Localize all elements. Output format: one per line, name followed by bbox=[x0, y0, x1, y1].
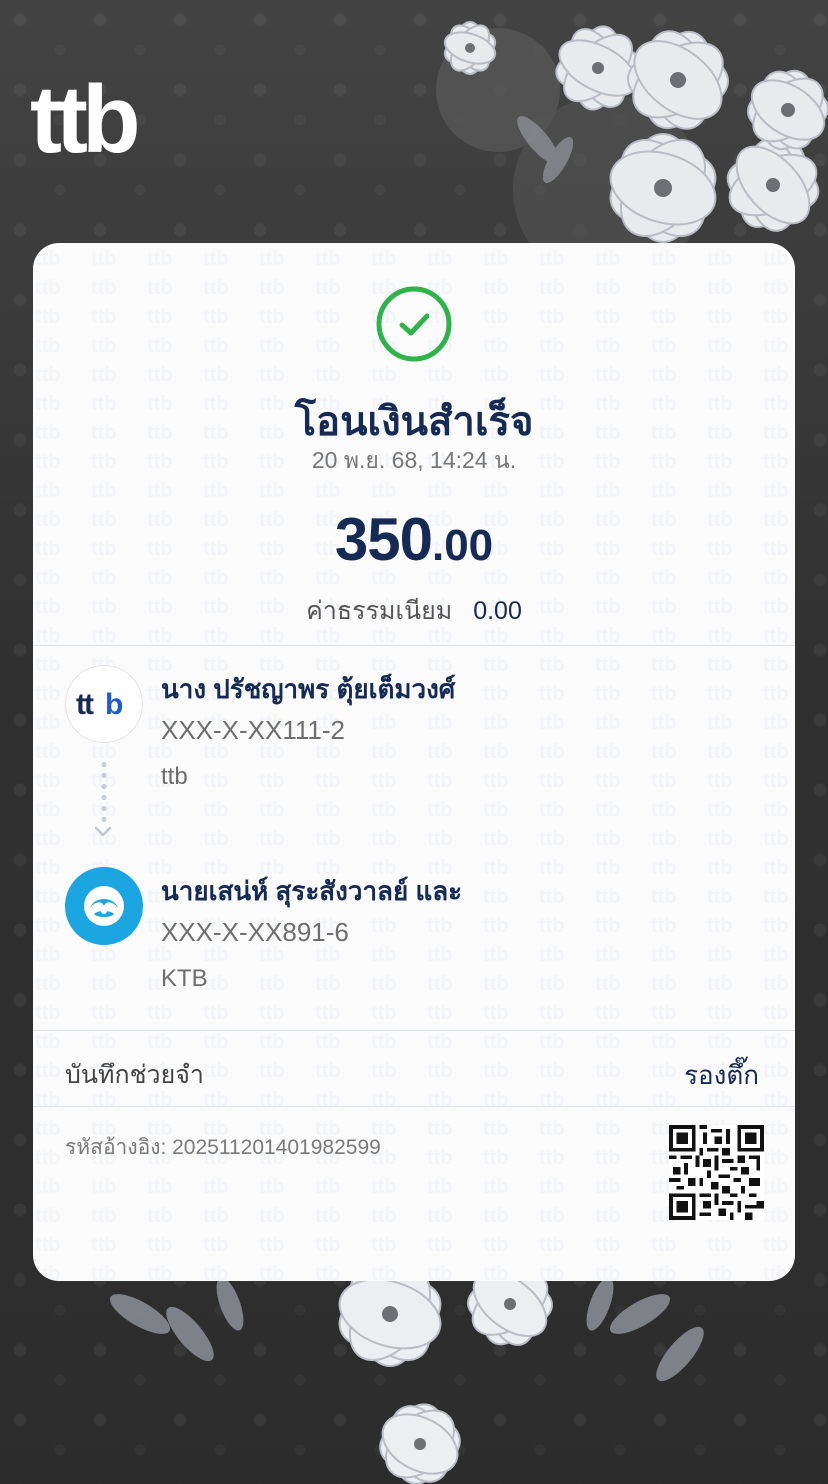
svg-text:ttb: ttb bbox=[30, 80, 137, 160]
amount-decimal: .00 bbox=[431, 521, 494, 570]
reference-number: รหัสอ้างอิง: 2025112014019825​99 bbox=[65, 1136, 381, 1159]
transfer-amount: 350.00 bbox=[33, 505, 795, 574]
transfer-flow-dots bbox=[101, 759, 107, 823]
memo-value: รองตึ๊ก bbox=[684, 1060, 759, 1090]
amount-integer: 350 bbox=[334, 506, 433, 573]
check-circle-icon bbox=[376, 286, 452, 362]
receiver-bank: KTB bbox=[161, 965, 208, 992]
sender-name: นาง ปรัชญาพร ตุ้ยเต็มวงศ์ bbox=[161, 674, 456, 704]
ktb-logo-icon bbox=[65, 867, 143, 945]
receiver-name: นายเสน่ห์ สุระสังวาลย์ และ bbox=[161, 876, 463, 906]
svg-text:b: b bbox=[105, 689, 123, 719]
qr-code-icon[interactable] bbox=[669, 1125, 764, 1220]
ttb-logo-icon: tt b bbox=[65, 665, 143, 743]
ttb-logo: ttb bbox=[30, 80, 143, 160]
divider bbox=[33, 645, 795, 646]
fee-value: 0.00 bbox=[473, 597, 522, 625]
receiver-account: XXX-X-XX891-6 bbox=[161, 917, 349, 947]
svg-text:tt: tt bbox=[76, 689, 94, 719]
receipt-card: ttb โอนเงินสำเร็จ 20 พ.ย. 68, 14:24 น. 3… bbox=[33, 243, 795, 1281]
fee-row: ค่าธรรมเนียม 0.00 bbox=[33, 591, 795, 631]
divider bbox=[33, 1106, 795, 1107]
sender-account: XXX-X-XX111-2 bbox=[161, 715, 346, 745]
flower-decoration-bottom bbox=[109, 1274, 704, 1484]
sender-bank: ttb bbox=[161, 763, 188, 790]
chevron-down-icon bbox=[94, 826, 112, 837]
transaction-datetime: 20 พ.ย. 68, 14:24 น. bbox=[311, 447, 517, 473]
fee-label: ค่าธรรมเนียม bbox=[306, 597, 453, 625]
memo-label: บันทึกช่วยจำ bbox=[65, 1061, 204, 1089]
divider bbox=[33, 1030, 795, 1031]
